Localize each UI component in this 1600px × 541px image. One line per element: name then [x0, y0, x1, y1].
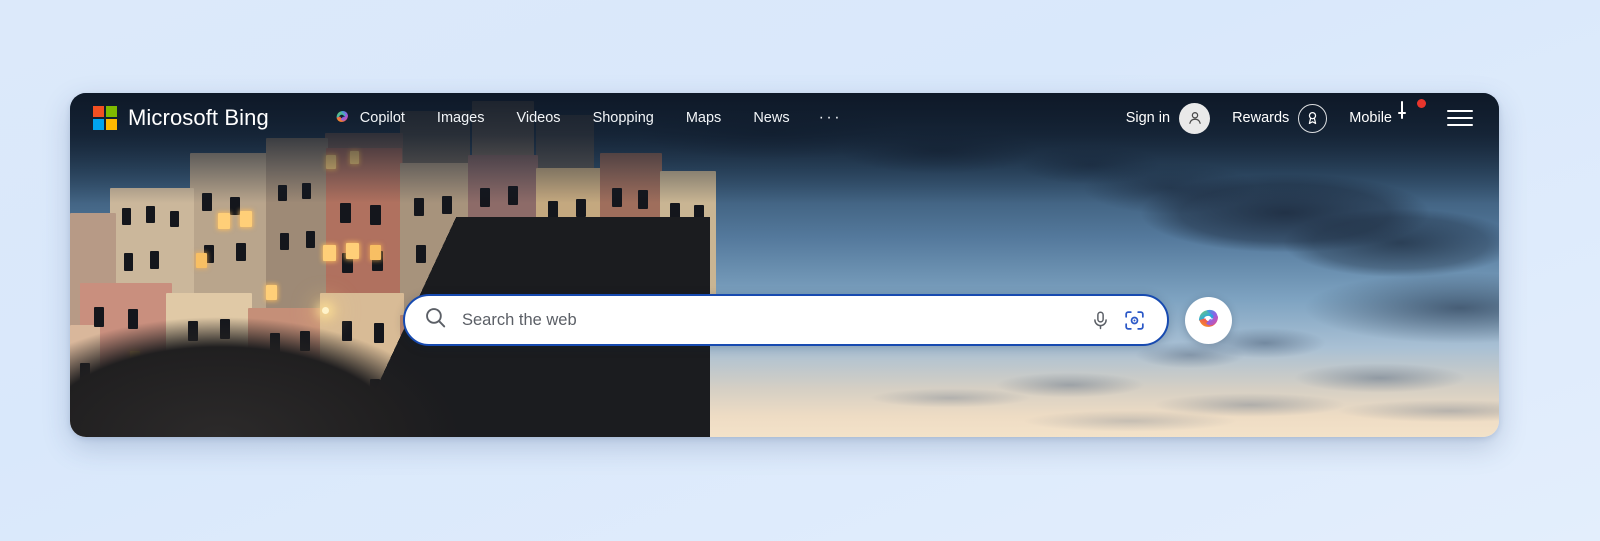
visual-search-camera-icon[interactable] [1117, 303, 1151, 337]
magnifier-icon [423, 305, 448, 335]
brand-title: Microsoft Bing [128, 105, 269, 130]
hamburger-menu-icon[interactable] [1443, 101, 1477, 135]
copilot-icon [333, 107, 352, 130]
nav-right-group: Sign in Rewards Mobile [1115, 97, 1477, 139]
top-navigation-bar: Microsoft Bing Copilot Images Videos Sho… [70, 93, 1499, 143]
mobile-button[interactable]: Mobile [1338, 97, 1433, 139]
nav-item-copilot[interactable]: Copilot [317, 100, 421, 137]
nav-item-label: Videos [516, 110, 561, 126]
person-avatar-icon [1179, 102, 1211, 134]
sign-in-label: Sign in [1125, 110, 1171, 126]
sign-in-button[interactable]: Sign in [1115, 98, 1221, 139]
search-box[interactable] [403, 294, 1169, 346]
microphone-icon[interactable] [1083, 303, 1117, 337]
notification-badge [1417, 99, 1426, 108]
nav-item-label: News [753, 110, 790, 126]
rewards-label: Rewards [1232, 110, 1290, 126]
microsoft-squares-icon [93, 106, 117, 130]
nav-item-maps[interactable]: Maps [670, 103, 737, 133]
nav-item-shopping[interactable]: Shopping [577, 103, 670, 133]
nav-more-ellipsis-icon[interactable]: ··· [806, 102, 855, 134]
nav-item-label: Images [436, 110, 485, 126]
search-input[interactable] [448, 310, 1083, 330]
bing-home-link[interactable]: Microsoft Bing [93, 105, 269, 131]
medal-icon [1298, 103, 1328, 133]
phone-icon [1401, 99, 1426, 134]
search-row [403, 294, 1232, 346]
mobile-label: Mobile [1349, 110, 1392, 126]
hero-card: Microsoft Bing Copilot Images Videos Sho… [70, 93, 1499, 437]
copilot-icon [1194, 304, 1223, 336]
nav-item-label: Shopping [592, 110, 654, 126]
copilot-button[interactable] [1185, 296, 1232, 344]
background-photo [70, 93, 1499, 437]
nav-item-videos[interactable]: Videos [500, 103, 576, 133]
nav-item-label: Maps [685, 110, 722, 126]
nav-item-label: Copilot [359, 110, 405, 126]
primary-nav: Copilot Images Videos Shopping Maps News… [317, 100, 855, 137]
rewards-button[interactable]: Rewards [1221, 99, 1338, 138]
nav-item-images[interactable]: Images [421, 103, 501, 133]
nav-item-news[interactable]: News [737, 103, 805, 133]
